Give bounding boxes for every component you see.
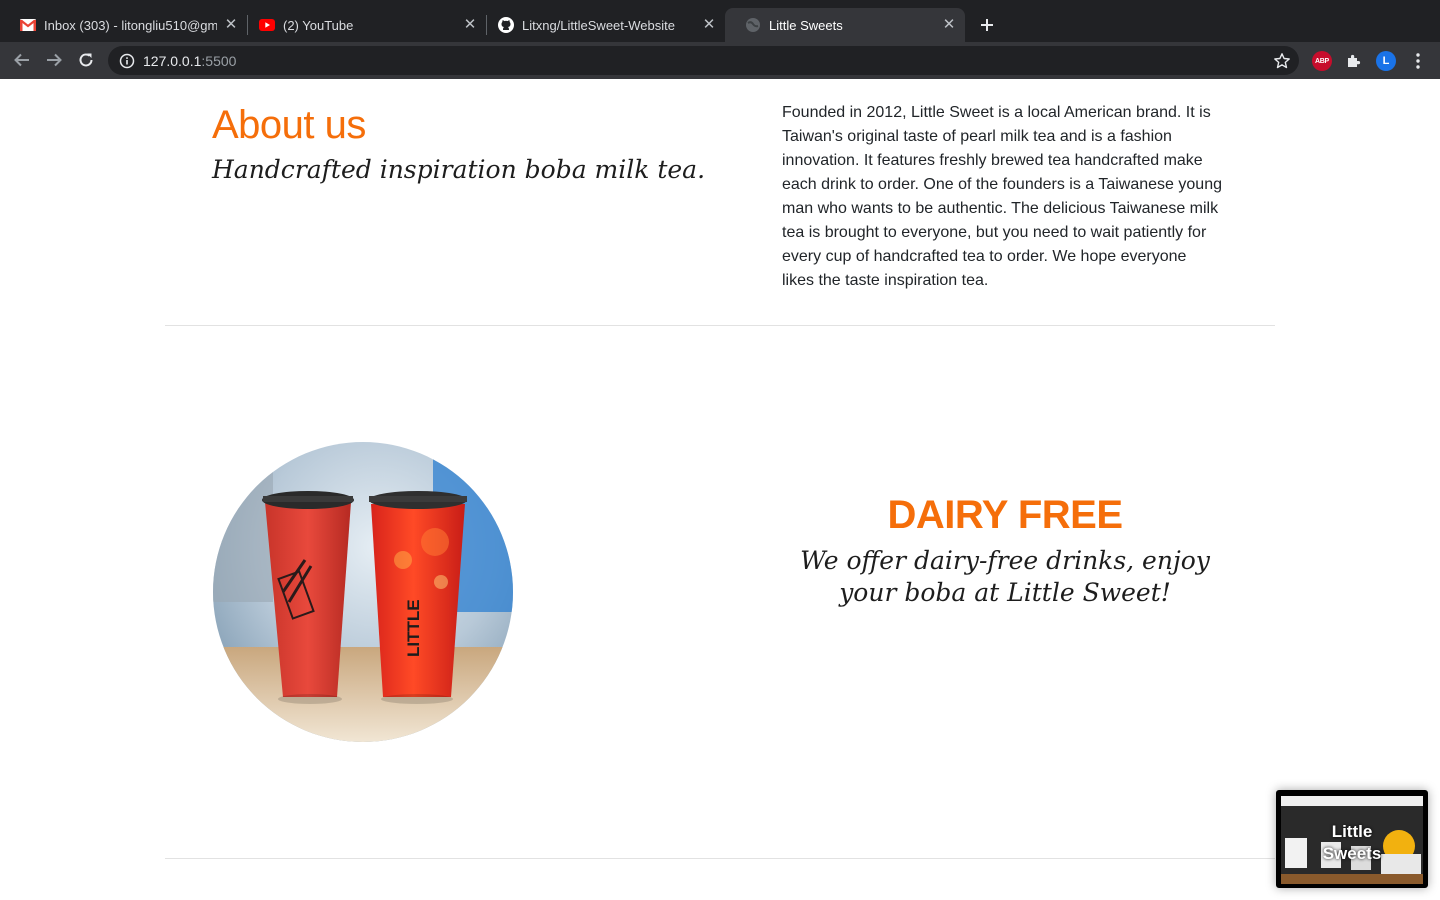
section-divider [165,858,1275,859]
about-subtitle: Handcrafted inspiration boba milk tea. [212,155,706,184]
browser-toolbar: 127.0.0.1:5500 ABP L [0,42,1440,79]
tab-title: Litxng/LittleSweet-Website [522,17,675,33]
close-tab-icon[interactable]: ✕ [701,17,717,33]
close-tab-icon[interactable]: ✕ [223,17,239,33]
dairy-free-title: DAIRY FREE [887,493,1123,537]
tab-gmail[interactable]: Inbox (303) - litongliu510@gm ✕ [0,8,247,42]
reload-button[interactable] [74,48,98,72]
bookmark-star-icon[interactable] [1273,52,1291,70]
url-port: :5500 [201,52,237,69]
tab-github[interactable]: Litxng/LittleSweet-Website ✕ [478,8,725,42]
profile-avatar[interactable]: L [1376,51,1396,71]
arrow-left-icon [14,53,29,67]
drinks-photo: LITTLE [213,442,513,742]
cup-label: LITTLE [404,599,423,657]
picture-in-picture-preview[interactable]: Little Sweets [1276,790,1428,888]
pip-title-line2: Sweets [1322,844,1382,863]
tab-title: Inbox (303) - litongliu510@gm [44,17,217,33]
youtube-icon [259,17,275,33]
arrow-right-icon [47,53,62,67]
extensions-puzzle-icon[interactable] [1344,51,1364,71]
back-button[interactable] [10,48,34,72]
dairy-free-subtitle: We offer dairy-free drinks, enjoy your b… [800,546,1210,607]
tab-strip: Inbox (303) - litongliu510@gm ✕ (2) YouT… [0,0,1440,42]
adblock-extension-icon[interactable]: ABP [1312,51,1332,71]
plus-icon [981,19,993,31]
forward-button[interactable] [42,48,66,72]
page-content: About us Handcrafted inspiration boba mi… [0,79,1440,900]
about-title: About us [212,103,366,147]
address-bar[interactable]: 127.0.0.1:5500 [108,46,1299,75]
pip-title-line1: Little [1331,822,1373,841]
url-host: 127.0.0.1 [143,52,202,69]
menu-kebab-icon[interactable] [1408,51,1428,71]
section-divider [165,325,1275,326]
close-tab-icon[interactable]: ✕ [941,17,957,33]
github-icon [498,17,514,33]
tab-little-sweets[interactable]: Little Sweets ✕ [725,8,965,42]
info-icon[interactable] [119,53,135,69]
pip-thumbnail: Little Sweets [1281,796,1423,884]
reload-icon [79,53,93,67]
globe-icon [745,17,761,33]
gmail-icon [20,17,36,33]
new-tab-button[interactable] [975,13,999,37]
close-tab-icon[interactable]: ✕ [462,17,478,33]
tab-title: (2) YouTube [283,17,354,33]
tab-title: Little Sweets [769,17,843,33]
tab-youtube[interactable]: (2) YouTube ✕ [239,8,486,42]
about-body: Founded in 2012, Little Sweet is a local… [782,104,1222,289]
